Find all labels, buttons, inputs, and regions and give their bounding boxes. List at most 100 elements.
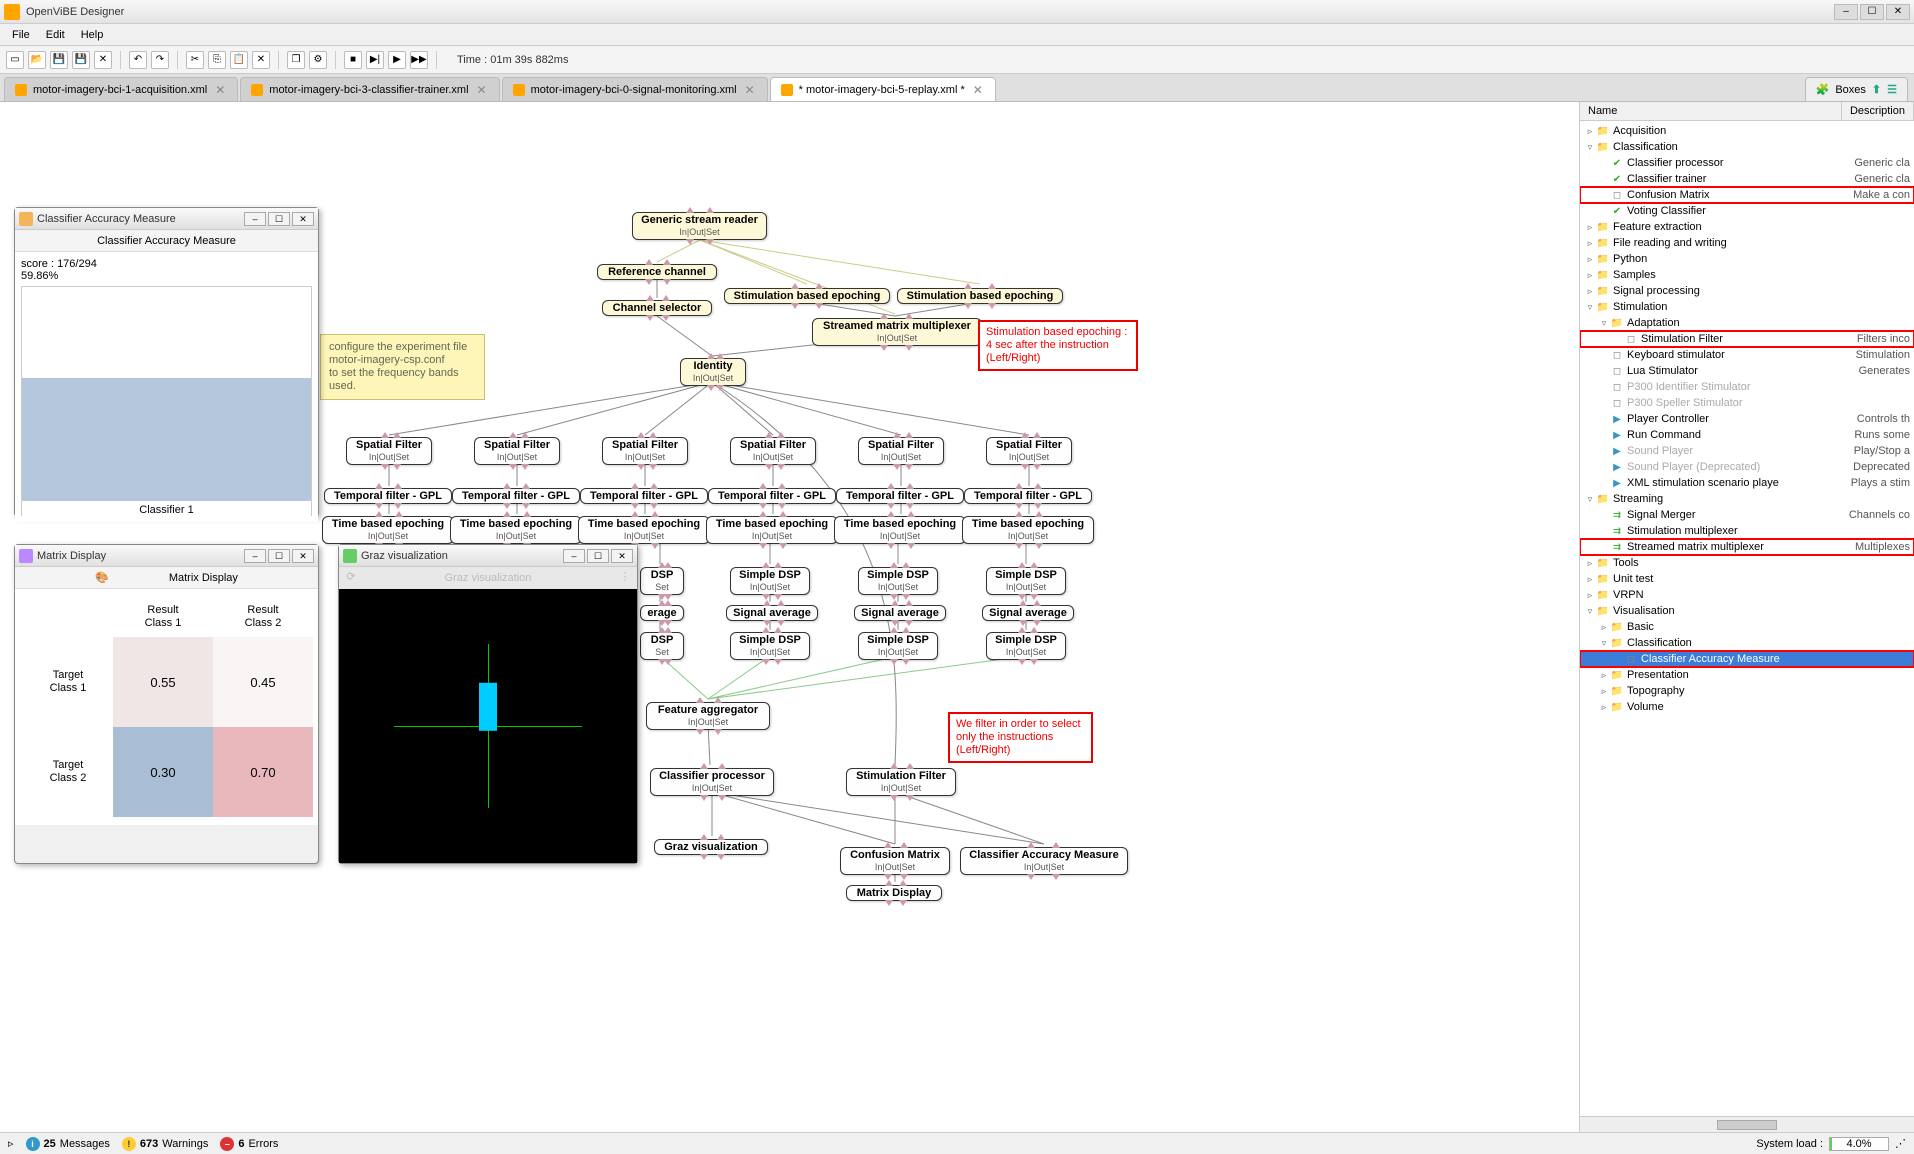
expand-icon[interactable]: ▹ (8, 1137, 14, 1150)
node-tf2[interactable]: Temporal filter - GPL (580, 488, 708, 504)
tree-row[interactable]: ▹ 📁 File reading and writing (1580, 235, 1914, 251)
expand-icon[interactable]: ▹ (1584, 286, 1596, 297)
node-md[interactable]: Matrix Display (846, 885, 942, 901)
tree-row[interactable]: ▹ 📁 Feature extraction (1580, 219, 1914, 235)
copy-button[interactable]: ⎘ (208, 51, 226, 69)
minimize-button[interactable]: – (563, 549, 585, 563)
tree-row[interactable]: ▹ 📁 Acquisition (1580, 123, 1914, 139)
tab-scenario[interactable]: * motor-imagery-bci-5-replay.xml * ✕ (770, 77, 996, 101)
tree-row[interactable]: Sound Player Play/Stop a (1580, 443, 1914, 459)
menu-file[interactable]: File (4, 27, 38, 43)
status-errors[interactable]: – 6 Errors (220, 1137, 278, 1151)
node-sd3[interactable]: Simple DSP In|Out|Set (730, 632, 810, 660)
graz-settings-icon[interactable]: ⋮ (617, 570, 633, 586)
node-fa[interactable]: Feature aggregator In|Out|Set (646, 702, 770, 730)
menu-edit[interactable]: Edit (38, 27, 73, 43)
tree-row[interactable]: Run Command Runs some (1580, 427, 1914, 443)
tree-row[interactable]: ▹ 📁 Tools (1580, 555, 1914, 571)
node-sd1[interactable]: Simple DSP In|Out|Set (858, 567, 938, 595)
node-tb1[interactable]: Time based epoching In|Out|Set (450, 516, 582, 544)
tree-row[interactable]: Classifier processor Generic cla (1580, 155, 1914, 171)
node-tf4[interactable]: Temporal filter - GPL (836, 488, 964, 504)
close-scenario-button[interactable]: ✕ (94, 51, 112, 69)
boxes-tree-scroll[interactable]: ▹ 📁 Acquisition ▿ 📁 Classification Class… (1580, 121, 1914, 1116)
new-button[interactable]: ▭ (6, 51, 24, 69)
tab-close-icon[interactable]: ✕ (475, 83, 489, 97)
tree-row[interactable]: Voting Classifier (1580, 203, 1914, 219)
tab-close-icon[interactable]: ✕ (743, 83, 757, 97)
expand-icon[interactable]: ▹ (1598, 686, 1610, 697)
node-sbe2[interactable]: Stimulation based epoching (897, 288, 1063, 304)
node-stf[interactable]: Stimulation Filter In|Out|Set (846, 768, 956, 796)
resize-grip[interactable]: ⋰ (1895, 1137, 1906, 1150)
tab-scenario[interactable]: motor-imagery-bci-0-signal-monitoring.xm… (502, 77, 768, 101)
node-tf3[interactable]: Temporal filter - GPL (708, 488, 836, 504)
tree-row[interactable]: ▹ 📁 Signal processing (1580, 283, 1914, 299)
maximize-button[interactable]: ☐ (1860, 4, 1884, 20)
node-gsr[interactable]: Generic stream reader In|Out|Set (632, 212, 767, 240)
node-sf1[interactable]: Spatial Filter In|Out|Set (474, 437, 560, 465)
node-tf5[interactable]: Temporal filter - GPL (964, 488, 1092, 504)
saveas-button[interactable]: 💾 (72, 51, 90, 69)
close-button[interactable]: ✕ (292, 212, 314, 226)
col-name[interactable]: Name (1580, 102, 1842, 120)
minimize-button[interactable]: – (244, 212, 266, 226)
expand-icon[interactable]: ▹ (1598, 622, 1610, 633)
tree-row[interactable]: ▹ 📁 Samples (1580, 267, 1914, 283)
menu-help[interactable]: Help (73, 27, 112, 43)
settings-button[interactable]: ⚙ (309, 51, 327, 69)
windows-button[interactable]: ❐ (287, 51, 305, 69)
node-sf4[interactable]: Spatial Filter In|Out|Set (858, 437, 944, 465)
status-warnings[interactable]: ! 673 Warnings (122, 1137, 208, 1151)
expand-icon[interactable]: ▿ (1584, 606, 1596, 617)
tree-row[interactable]: ▿ 📁 Stimulation (1580, 299, 1914, 315)
node-chs[interactable]: Channel selector (602, 300, 712, 316)
tab-close-icon[interactable]: ✕ (213, 83, 227, 97)
node-sd4[interactable]: Simple DSP In|Out|Set (858, 632, 938, 660)
tab-scenario[interactable]: motor-imagery-bci-3-classifier-trainer.x… (240, 77, 499, 101)
node-tb0[interactable]: Time based epoching In|Out|Set (322, 516, 454, 544)
tree-row[interactable]: Classifier Accuracy Measure (1580, 651, 1914, 667)
tree-row[interactable]: ▹ 📁 Presentation (1580, 667, 1914, 683)
expand-icon[interactable]: ▿ (1584, 302, 1596, 313)
stop-button[interactable]: ■ (344, 51, 362, 69)
redo-button[interactable]: ↷ (151, 51, 169, 69)
node-av2[interactable]: Signal average (982, 605, 1074, 621)
node-tb4[interactable]: Time based epoching In|Out|Set (834, 516, 966, 544)
tree-row[interactable]: Keyboard stimulator Stimulation (1580, 347, 1914, 363)
inner-titlebar[interactable]: Classifier Accuracy Measure – ☐ ✕ (15, 208, 318, 230)
maximize-button[interactable]: ☐ (587, 549, 609, 563)
tree-row[interactable]: Player Controller Controls th (1580, 411, 1914, 427)
tree-row[interactable]: Sound Player (Deprecated) Deprecated (1580, 459, 1914, 475)
tree-row[interactable]: ▹ 📁 Topography (1580, 683, 1914, 699)
expand-icon[interactable]: ▹ (1598, 702, 1610, 713)
node-ref[interactable]: Reference channel (597, 264, 717, 280)
status-messages[interactable]: i 25 Messages (26, 1137, 110, 1151)
node-tb3[interactable]: Time based epoching In|Out|Set (706, 516, 838, 544)
node-sf3[interactable]: Spatial Filter In|Out|Set (730, 437, 816, 465)
tree-row[interactable]: Stimulation Filter Filters inco (1580, 331, 1914, 347)
node-tb5[interactable]: Time based epoching In|Out|Set (962, 516, 1094, 544)
node-gv[interactable]: Graz visualization (654, 839, 768, 855)
tree-row[interactable]: Lua Stimulator Generates (1580, 363, 1914, 379)
node-sbe1[interactable]: Stimulation based epoching (724, 288, 890, 304)
node-tf0[interactable]: Temporal filter - GPL (324, 488, 452, 504)
tree-row[interactable]: Stimulation multiplexer (1580, 523, 1914, 539)
tree-row[interactable]: ▹ 📁 Basic (1580, 619, 1914, 635)
expand-icon[interactable]: ▹ (1584, 558, 1596, 569)
tree-row[interactable]: ▹ 📁 Python (1580, 251, 1914, 267)
minimize-button[interactable]: – (244, 549, 266, 563)
cut-button[interactable]: ✂ (186, 51, 204, 69)
tree-row[interactable]: ▹ 📁 Unit test (1580, 571, 1914, 587)
expand-icon[interactable]: ▹ (1584, 238, 1596, 249)
canvas[interactable]: Generic stream reader In|Out|Set Referen… (0, 102, 1579, 1132)
undo-button[interactable]: ↶ (129, 51, 147, 69)
boxes-hscroll[interactable] (1580, 1116, 1914, 1132)
tree-row[interactable]: P300 Speller Stimulator (1580, 395, 1914, 411)
tree-row[interactable]: ▿ 📁 Adaptation (1580, 315, 1914, 331)
node-idn[interactable]: Identity In|Out|Set (680, 358, 746, 386)
expand-icon[interactable]: ▿ (1598, 318, 1610, 329)
tree-row[interactable]: XML stimulation scenario playe Plays a s… (1580, 475, 1914, 491)
tree-row[interactable]: P300 Identifier Stimulator (1580, 379, 1914, 395)
tree-row[interactable]: Classifier trainer Generic cla (1580, 171, 1914, 187)
